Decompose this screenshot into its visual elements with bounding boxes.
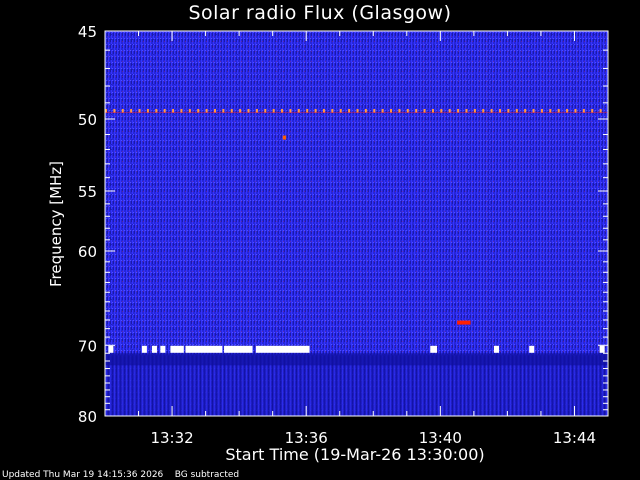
saturation-segment (430, 345, 437, 353)
saturation-segment (141, 345, 147, 353)
hot-spot (282, 135, 287, 140)
saturation-segment (493, 345, 500, 353)
saturation-segment (108, 345, 114, 353)
y-tick-label: 70 (78, 337, 97, 355)
hot-spot (457, 320, 471, 325)
y-axis-label: Frequency [MHz] (47, 160, 65, 288)
y-tick-label: 50 (78, 111, 97, 129)
dark-band (105, 353, 608, 366)
saturation-segment (255, 345, 310, 353)
y-tick-label: 60 (78, 243, 97, 261)
saturation-segment (151, 345, 157, 353)
y-tick-label: 80 (78, 408, 97, 426)
x-axis-label: Start Time (19-Mar-26 13:30:00) (225, 445, 485, 464)
saturation-segment (599, 345, 605, 353)
plot-area (105, 31, 608, 416)
spectrogram-chart: 45505560708013:32 13:36 13:40 13:44 (78, 23, 609, 447)
saturation-segment (185, 345, 223, 353)
interference-line (105, 112, 608, 113)
saturation-segment (529, 345, 535, 353)
footer-status: Updated Thu Mar 19 14:15:36 2026 BG subt… (2, 470, 240, 480)
saturation-segment (170, 345, 184, 353)
y-tick-label: 55 (78, 183, 97, 201)
saturation-segment (224, 345, 253, 353)
saturation-segment (160, 345, 166, 353)
y-tick-label: 45 (78, 23, 97, 41)
